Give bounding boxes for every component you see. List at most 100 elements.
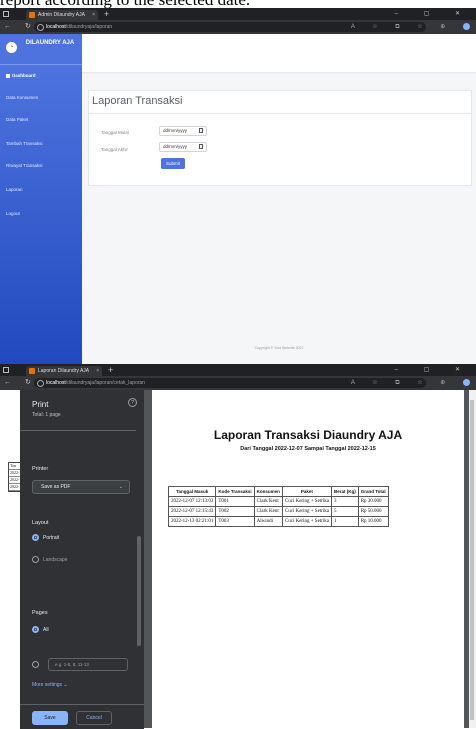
tab-title: Admin Dilaundry AJA	[38, 12, 85, 18]
printer-select[interactable]: Save as PDF ⌄	[32, 480, 130, 494]
pages-range-input[interactable]: e.g. 1-5, 8, 11-13	[48, 658, 128, 671]
close-tab-icon[interactable]: ×	[96, 366, 99, 376]
table-cell: T002	[215, 506, 255, 517]
site-info-icon[interactable]	[37, 24, 44, 31]
sidebar-brand[interactable]: ◔ DILAUNDRY AJA	[0, 34, 82, 65]
new-tab-icon[interactable]: +	[104, 8, 109, 20]
sidebar-item-label: Riwayat Transaksi	[6, 163, 43, 168]
back-reload-icons[interactable]: ← ↻	[4, 376, 37, 390]
table-cell: Cuci Kering + Setrika	[281, 506, 332, 517]
table-cell: T001	[215, 496, 255, 507]
table-row: 2022-12-13 02:21:01 T003 Alwindi Cuci Ke…	[167, 516, 389, 527]
scrollbar-thumb[interactable]	[470, 400, 474, 720]
tab-bar: Admin Dilaundry AJA × + – ▢ ✕	[0, 8, 476, 20]
table-cell: 2022-12-13 02:21:01	[167, 516, 217, 527]
radio-selected-icon	[32, 626, 39, 633]
column-header: Kode Transaksi	[215, 486, 255, 497]
printer-value: Save as PDF	[41, 484, 71, 490]
end-date-input[interactable]: dd/mm/yyyy	[159, 142, 207, 152]
help-icon[interactable]: ?	[128, 398, 137, 407]
sidebar-item-label: Data Paket	[6, 117, 29, 122]
new-tab-icon[interactable]: +	[108, 364, 113, 376]
browser-toolbar-icons[interactable]: A ☆ ⧉ ☆ ⊕	[351, 376, 470, 390]
sidebar-item-data-paket[interactable]: Data Paket	[0, 114, 82, 126]
landscape-label: Landscape	[43, 556, 68, 563]
sidebar-item-tambah-transaksi[interactable]: Tambah Transaksi	[0, 138, 82, 150]
panel-scrollbar[interactable]	[137, 536, 141, 646]
portrait-radio[interactable]: Portrait	[32, 534, 59, 541]
column-header: Tanggal Masuk	[167, 486, 217, 497]
browser-tab[interactable]: Laporan Dilaundry AJA ×	[26, 366, 102, 376]
table-cell: 2022-12-07 12:13:03	[167, 496, 217, 507]
table-cell: 5	[330, 506, 359, 517]
window-controls[interactable]: – ▢ ✕	[395, 364, 472, 376]
submit-button[interactable]: Submit	[161, 158, 185, 169]
sidebar-item-logout[interactable]: Logout	[0, 208, 82, 220]
cancel-button[interactable]: Cancel	[76, 711, 112, 725]
address-bar: ← ↻ localhost/dilaundryaja/laporan/cetak…	[0, 376, 476, 390]
pages-all-radio[interactable]: All	[32, 626, 49, 633]
column-header: Paket	[281, 486, 332, 497]
table-cell: Cuci Kering + Setrika	[281, 496, 332, 507]
laundry-logo-icon: ◔	[6, 42, 17, 53]
table-row: 2022-12-07 12:13:03 T001 Clark Kent Cuci…	[167, 496, 389, 507]
sidebar-item-label: Laporan	[6, 187, 23, 192]
preview-page: Laporan Transaksi Diaundry AJA Dari Tang…	[152, 390, 464, 728]
print-settings-panel: Print Total: 1 page ? Printer Save as PD…	[20, 390, 144, 729]
calendar-icon[interactable]	[199, 144, 203, 149]
close-tab-icon[interactable]: ×	[92, 10, 95, 20]
printer-label: Printer	[32, 466, 49, 472]
window-menu-icon[interactable]	[3, 11, 9, 17]
table-cell: 2022-12-07 12:15:43	[167, 506, 217, 517]
radio-icon	[32, 661, 39, 668]
table-cell: T003	[215, 516, 255, 527]
radio-icon	[32, 556, 39, 563]
radio-selected-icon	[32, 534, 39, 541]
more-settings-link[interactable]: More settings ⌄	[32, 682, 68, 688]
sidebar-item-data-konsumen[interactable]: Data Konsumen	[0, 92, 82, 104]
table-cell: 1	[330, 516, 359, 527]
sidebar-item-riwayat-transaksi[interactable]: Riwayat Transaksi	[0, 160, 82, 172]
table-cell: Clark Kent	[253, 496, 283, 507]
end-date-value: dd/mm/yyyy	[163, 144, 188, 149]
sidebar-item-label: Tambah Transaksi	[6, 141, 43, 146]
profile-avatar[interactable]	[463, 22, 470, 30]
brand-name: DILAUNDRY AJA	[25, 40, 75, 46]
browser-tab[interactable]: Admin Dilaundry AJA ×	[26, 10, 98, 20]
divider	[20, 430, 136, 431]
url-path: /dilaundryaja/laporan	[65, 24, 113, 30]
caption-text: report according to the selected date.	[0, 0, 476, 8]
profile-avatar[interactable]	[463, 378, 470, 386]
table-cell: Rp 50.000	[357, 506, 389, 517]
browser-toolbar-icons[interactable]: A ☆ ⧉ ☆ ⊕	[351, 20, 470, 34]
window-controls[interactable]: – ▢ ✕	[395, 8, 472, 20]
pages-custom-radio[interactable]	[32, 661, 43, 668]
preview-scrollbar[interactable]	[469, 390, 476, 728]
layout-label: Layout	[32, 520, 49, 526]
pages-label: Pages	[32, 610, 48, 616]
start-date-input[interactable]: dd/mm/yyyy	[159, 126, 207, 136]
save-button[interactable]: Save	[32, 711, 68, 725]
print-preview-area: Laporan Transaksi Diaundry AJA Dari Tang…	[144, 390, 476, 728]
pages-all-label: All	[43, 626, 49, 633]
portrait-label: Portrait	[43, 534, 60, 541]
sidebar-item-dashboard[interactable]: Dashboard	[0, 70, 82, 82]
report-subtitle: Dari Tanggal 2022-12-07 Sampai Tanggal 2…	[240, 446, 376, 452]
favicon-icon	[29, 368, 35, 374]
top-navbar	[82, 34, 476, 72]
window-menu-icon[interactable]	[3, 367, 9, 373]
report-form-card: Laporan Transaksi Tanggal Mulai dd/mm/yy…	[88, 90, 472, 186]
site-info-icon[interactable]	[37, 380, 44, 387]
calendar-icon[interactable]	[199, 128, 203, 133]
chevron-down-icon: ⌄	[118, 484, 123, 490]
table-cell: Rp 10.000	[357, 516, 389, 527]
url-host: localhost	[46, 380, 66, 386]
print-title: Print	[32, 400, 49, 409]
report-title: Laporan Transaksi Diaundry AJA	[213, 428, 403, 442]
footer-copyright: Copyright © Your Website 2022	[254, 346, 304, 350]
column-header: Berat (Kg)	[330, 486, 359, 497]
back-reload-icons[interactable]: ← ↻	[4, 20, 37, 34]
landscape-radio[interactable]: Landscape	[32, 556, 67, 563]
sidebar-item-laporan[interactable]: Laporan	[0, 184, 82, 196]
table-cell: Alwindi	[253, 516, 283, 527]
